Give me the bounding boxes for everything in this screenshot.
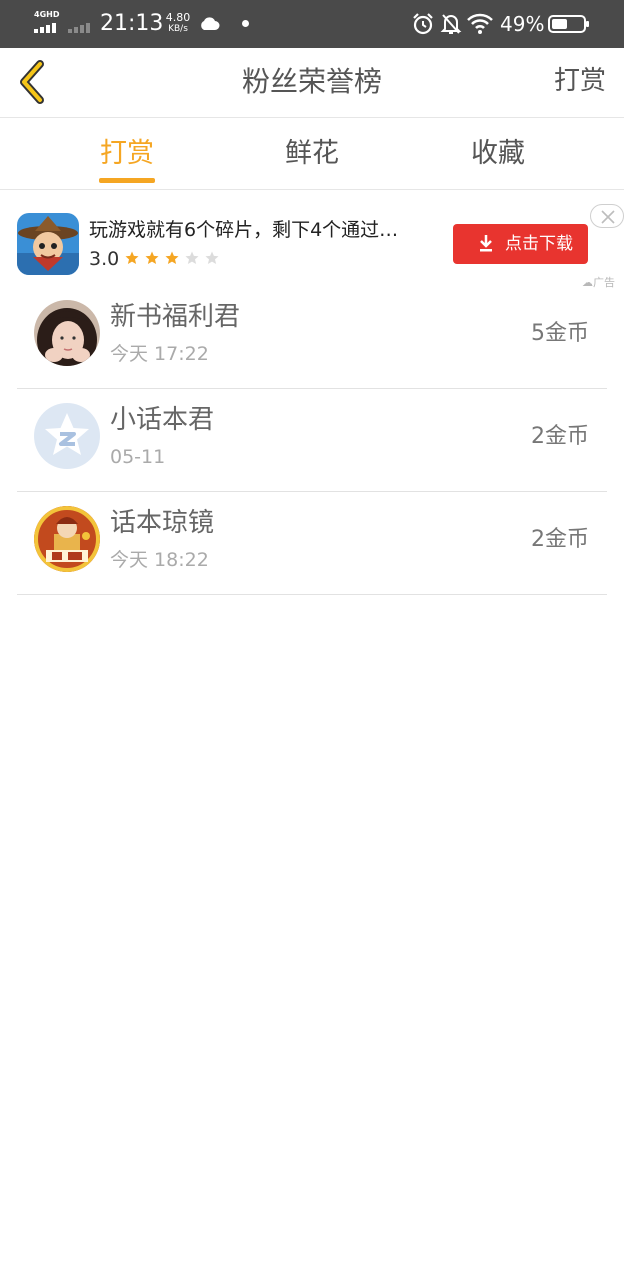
star-filled-icon: [145, 251, 159, 264]
wifi-icon: [467, 13, 493, 34]
close-icon: [601, 210, 615, 224]
tip-amount: 2金币: [531, 424, 589, 449]
alarm-icon: [413, 13, 433, 35]
tip-amount: 5金币: [531, 321, 589, 346]
tip-button[interactable]: 打赏: [554, 48, 606, 114]
active-tab-indicator: [99, 178, 155, 183]
list-item[interactable]: 小话本君 05-11 2金币: [17, 389, 607, 492]
app-header: 粉丝荣誉榜 打赏: [0, 48, 624, 118]
cellular-signal-icon: 4GHD: [34, 11, 62, 35]
list-item[interactable]: 新书福利君 今天 17:22 5金币: [17, 286, 607, 389]
star-empty-icon: [185, 251, 199, 264]
status-bar: 4GHD 21:13 4.80 KB/s 49%: [0, 0, 624, 48]
game-app-icon[interactable]: [17, 213, 79, 275]
cloud-icon: [201, 17, 220, 30]
secondary-signal-icon: [68, 23, 90, 33]
tip-amount: 2金币: [531, 527, 589, 552]
speed-unit: KB/s: [168, 24, 188, 34]
star-empty-icon: [205, 251, 219, 264]
supporter-list: 新书福利君 今天 17:22 5金币 小话本君 05-11 2金币 话本琼镜 今…: [0, 286, 624, 595]
supporter-time: 05-11: [110, 446, 166, 468]
ad-rating: 3.0: [89, 248, 120, 270]
rating-stars: [125, 251, 219, 265]
tab-bar: 打赏 鲜花 收藏: [0, 118, 624, 190]
mute-bell-icon: [440, 14, 462, 34]
ad-close-button[interactable]: [590, 204, 624, 228]
supporter-name: 新书福利君: [110, 302, 241, 332]
supporter-name: 小话本君: [110, 405, 215, 435]
network-type-label: 4GHD: [34, 10, 60, 19]
tab-flowers[interactable]: 鲜花: [252, 118, 372, 190]
supporter-name: 话本琼镜: [110, 508, 215, 538]
star-filled-icon: [165, 251, 179, 264]
download-icon: [480, 235, 492, 252]
network-speed: 4.80 KB/s: [163, 11, 193, 35]
speed-value: 4.80: [165, 11, 191, 24]
photo-avatar[interactable]: [34, 300, 100, 366]
ad-banner[interactable]: 玩游戏就有6个碎片，剩下4个通过… 3.0 点击下载: [0, 190, 624, 286]
download-label: 点击下载: [505, 234, 573, 254]
illustrated-avatar[interactable]: [34, 506, 100, 572]
list-item[interactable]: 话本琼镜 今天 18:22 2金币: [17, 492, 607, 595]
star-filled-icon: [125, 251, 139, 264]
page-title: 粉丝荣誉榜: [241, 65, 382, 98]
tab-favorites[interactable]: 收藏: [438, 118, 558, 190]
download-button[interactable]: 点击下载: [453, 224, 588, 264]
default-avatar[interactable]: [34, 403, 100, 469]
supporter-time: 今天 18:22: [110, 549, 209, 571]
supporter-time: 今天 17:22: [110, 343, 209, 365]
battery-percent: 49%: [500, 12, 545, 36]
battery-icon: [548, 15, 589, 33]
clock: 21:13: [100, 11, 164, 36]
ad-title: 玩游戏就有6个碎片，剩下4个通过…: [89, 219, 399, 241]
notification-dot-icon: [242, 20, 249, 27]
